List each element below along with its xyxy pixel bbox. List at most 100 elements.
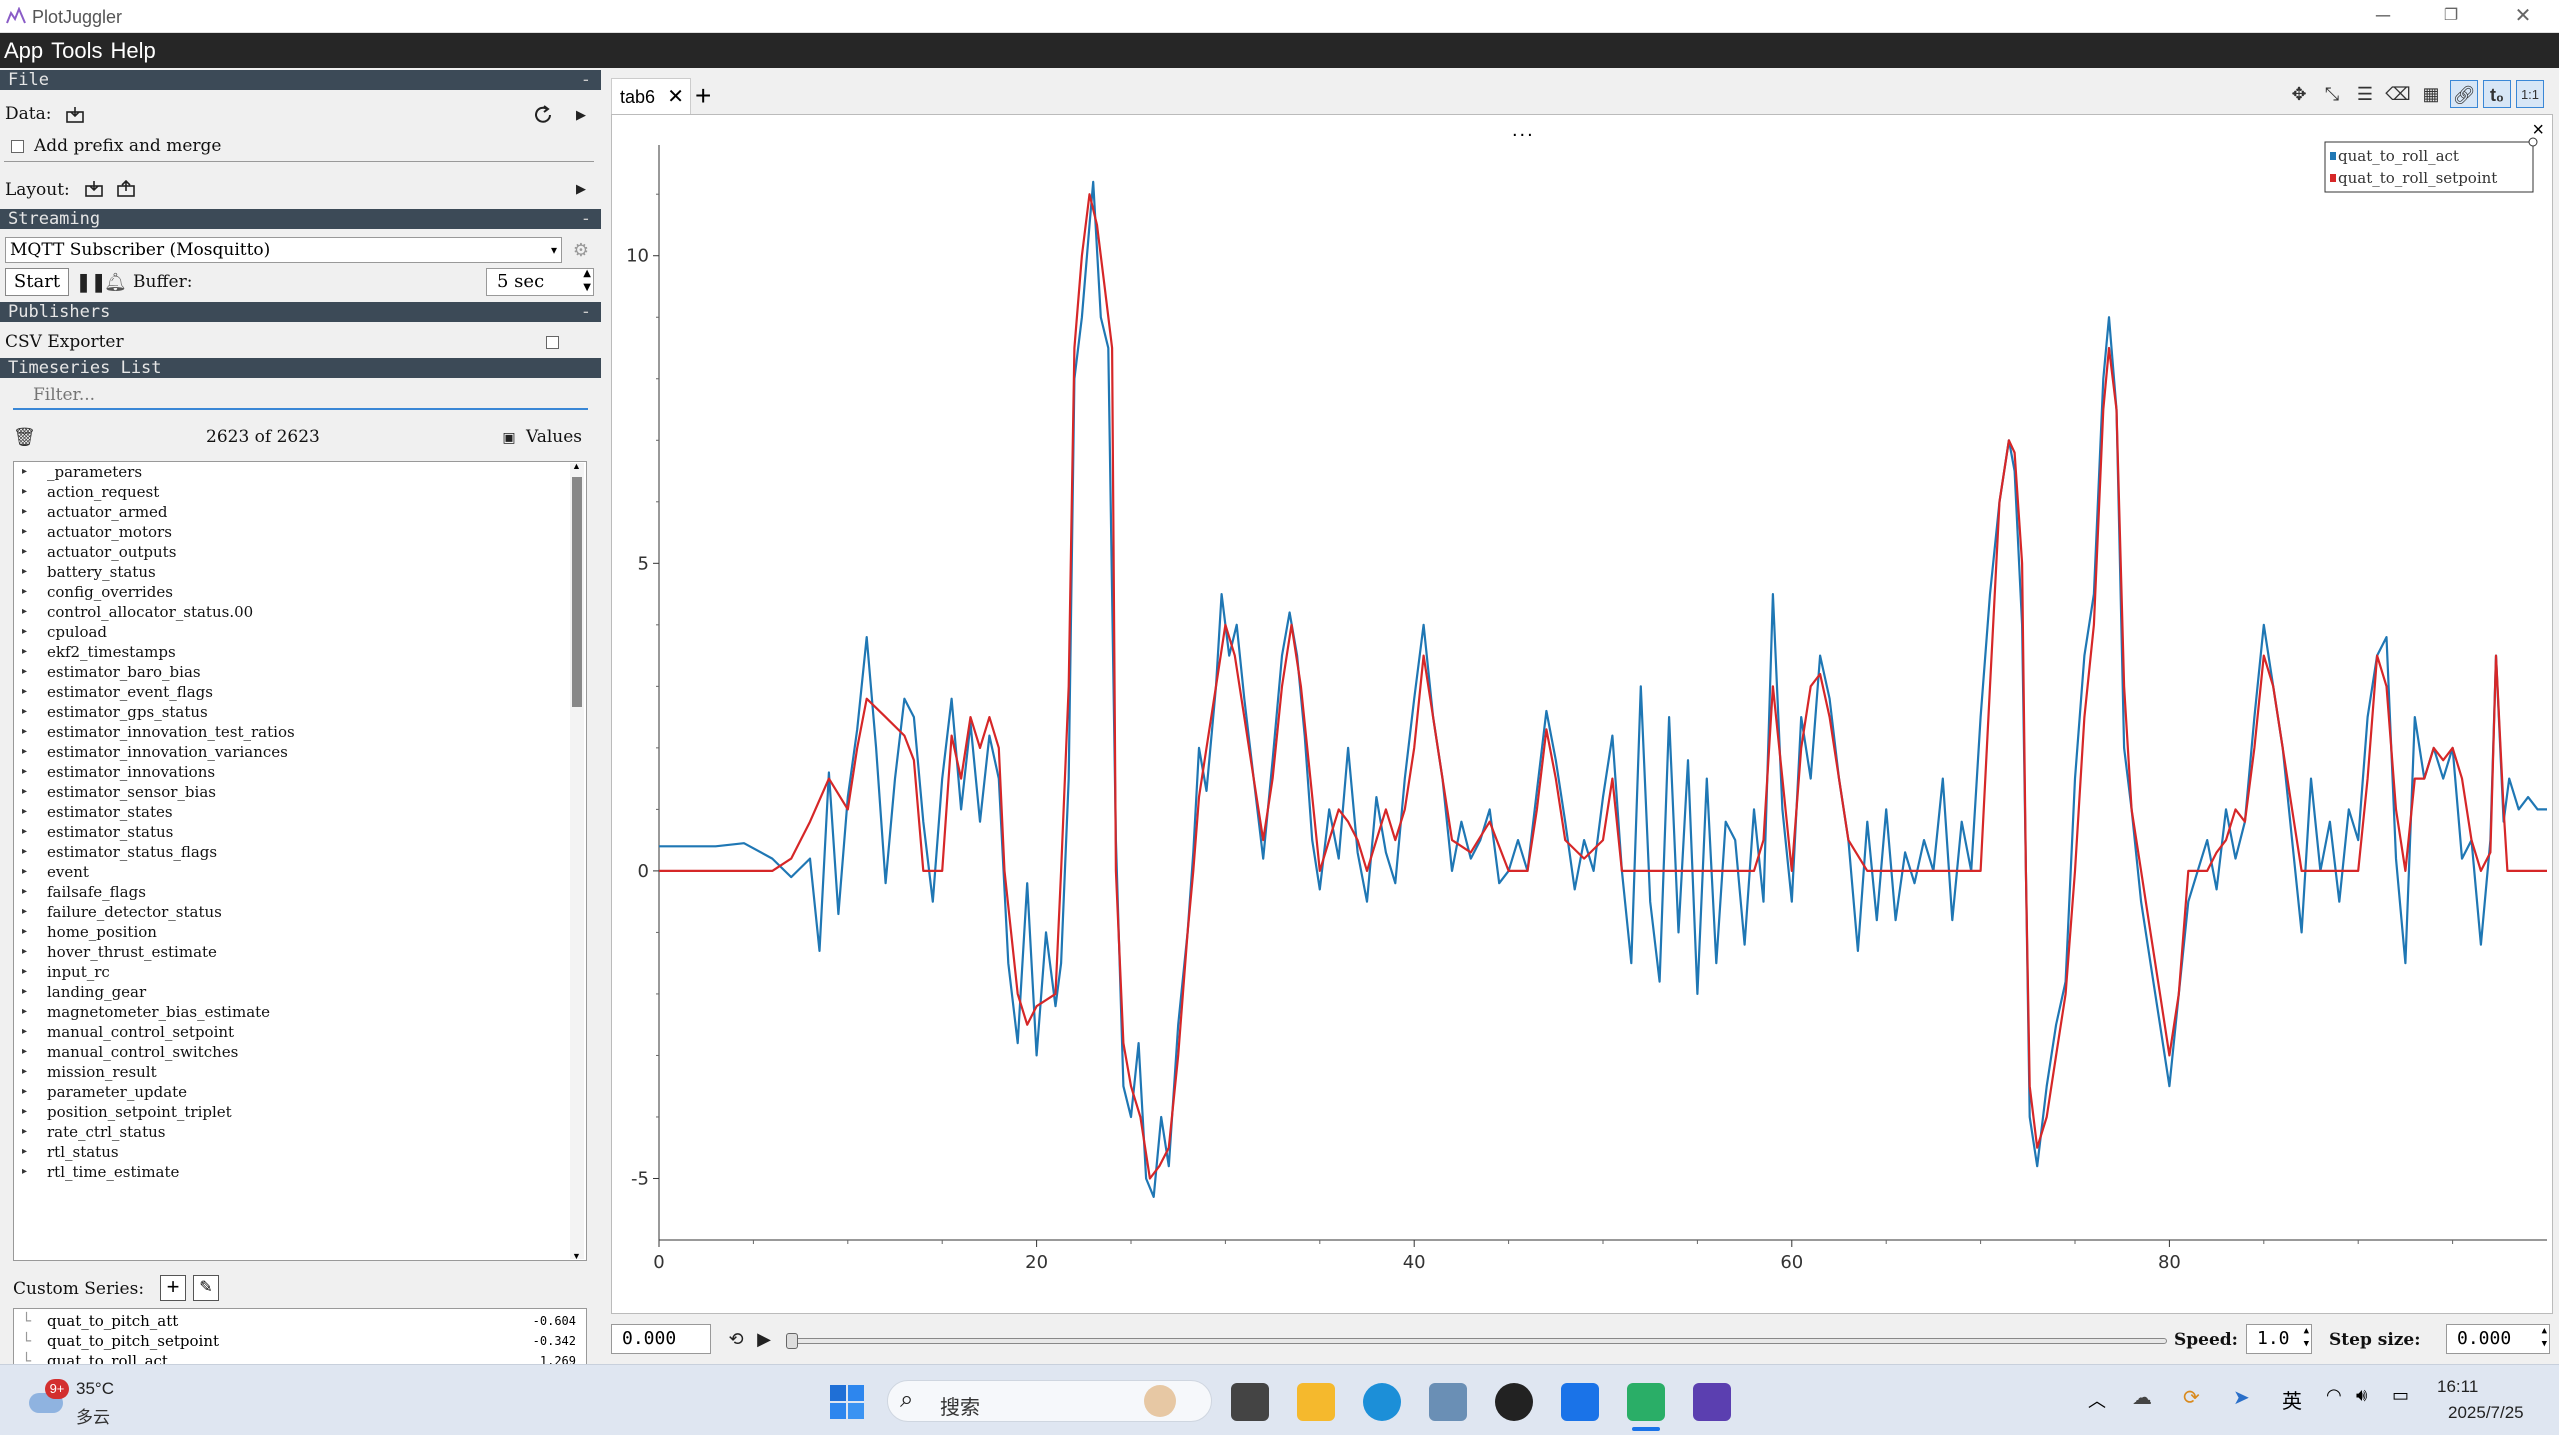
expand-arrow-icon[interactable]: ▸ [22, 962, 27, 982]
grid-icon[interactable]: ▦ [2417, 80, 2445, 108]
filter-input[interactable] [13, 382, 588, 410]
streaming-plugin-select[interactable]: MQTT Subscriber (Mosquitto) ▾ [5, 237, 562, 263]
expand-arrow-icon[interactable]: ▸ [22, 582, 27, 602]
remote-app-icon[interactable] [1429, 1383, 1467, 1421]
windows-start-icon[interactable] [830, 1385, 864, 1419]
sync-icon[interactable]: ⟳ [2183, 1385, 2200, 1410]
move-icon[interactable]: ✥ [2285, 80, 2313, 108]
weather-icon[interactable]: 9+ [25, 1379, 69, 1415]
zoom-out-icon[interactable]: ⤡ [2318, 80, 2346, 108]
expand-arrow-icon[interactable]: ▸ [22, 1162, 27, 1182]
edge-browser-icon[interactable] [1363, 1383, 1401, 1421]
layout-more-arrow-icon[interactable]: ▶ [570, 178, 592, 200]
custom-series-row[interactable]: └ quat_to_pitch_att -0.604 [14, 1311, 586, 1331]
edit-custom-series-button[interactable]: ✎ [193, 1275, 219, 1301]
wifi-icon[interactable]: ◠ [2326, 1385, 2342, 1406]
expand-arrow-icon[interactable]: ▸ [22, 702, 27, 722]
spin-arrows-icon[interactable]: ▲ ▼ [2542, 1325, 2547, 1351]
speed-spinbox[interactable]: 1.0 ▲ ▼ [2246, 1324, 2312, 1354]
legend-icon[interactable]: ☰ [2351, 80, 2379, 108]
wechat-icon[interactable] [1627, 1383, 1665, 1421]
clock-time[interactable]: 16:11 [2437, 1377, 2478, 1397]
custom-series-row[interactable]: └ quat_to_pitch_setpoint -0.342 [14, 1331, 586, 1351]
slider-handle[interactable] [786, 1333, 798, 1349]
close-tab-icon[interactable]: ✕ [667, 79, 684, 115]
expand-arrow-icon[interactable]: ▸ [22, 682, 27, 702]
reload-icon[interactable] [532, 104, 554, 126]
save-layout-icon[interactable] [116, 180, 136, 198]
timeseries-list[interactable]: ▸ _parameters ▸ action_request ▸ actuator_arm… [13, 461, 587, 1261]
add-prefix-checkbox[interactable] [11, 140, 24, 153]
expand-arrow-icon[interactable]: ▸ [22, 482, 27, 502]
ratio-icon[interactable]: 1:1 [2516, 80, 2544, 108]
menu-tools[interactable]: Tools [51, 38, 102, 63]
plotjuggler-taskbar-icon[interactable] [1693, 1383, 1731, 1421]
tab-tab6[interactable]: tab6 ✕ [611, 78, 691, 114]
publishers-section-header[interactable]: Publishers - [0, 302, 601, 322]
cloud-icon[interactable]: ☁ [2132, 1385, 2152, 1410]
spin-arrows-icon[interactable]: ▲ ▼ [2304, 1325, 2309, 1351]
expand-arrow-icon[interactable]: ▸ [22, 542, 27, 562]
expand-arrow-icon[interactable]: ▸ [22, 902, 27, 922]
pause-icon[interactable]: ❚❚ [76, 271, 106, 293]
file-explorer-icon[interactable] [1297, 1383, 1335, 1421]
expand-arrow-icon[interactable]: ▸ [22, 662, 27, 682]
streaming-section-header[interactable]: Streaming - [0, 209, 601, 229]
file-section-header[interactable]: File - [0, 70, 601, 90]
play-icon[interactable]: ▶ [753, 1328, 775, 1350]
expand-arrow-icon[interactable]: ▸ [22, 562, 27, 582]
values-checkbox[interactable]: ▣ [498, 426, 520, 448]
expand-arrow-icon[interactable]: ▸ [22, 1022, 27, 1042]
menu-app[interactable]: App [4, 38, 43, 63]
start-button[interactable]: Start [5, 268, 69, 296]
menu-help[interactable]: Help [111, 38, 156, 63]
expand-arrow-icon[interactable]: ▸ [22, 982, 27, 1002]
plot-area[interactable]: ... × -5 0 5 10 0 20 40 60 80 quat_to_roll_act qua… [611, 114, 2553, 1314]
expand-arrow-icon[interactable]: ▸ [22, 522, 27, 542]
load-data-icon[interactable] [65, 106, 85, 124]
add-tab-button[interactable]: + [695, 80, 711, 112]
gear-icon[interactable]: ⚙ [570, 239, 592, 261]
step-size-spinbox[interactable]: 0.000 ▲ ▼ [2446, 1324, 2550, 1354]
expand-arrow-icon[interactable]: ▸ [22, 822, 27, 842]
add-custom-series-button[interactable]: + [160, 1275, 186, 1301]
expand-arrow-icon[interactable]: ▸ [22, 782, 27, 802]
expand-arrow-icon[interactable]: ▸ [22, 622, 27, 642]
minimize-icon[interactable]: ─ [2363, 4, 2403, 28]
data-more-arrow-icon[interactable]: ▶ [570, 104, 592, 126]
list-scrollbar[interactable]: ▲ ▼ [570, 461, 584, 1261]
delete-curves-icon[interactable]: ⌫ [2384, 80, 2412, 108]
qq-app-icon[interactable] [1495, 1383, 1533, 1421]
expand-arrow-icon[interactable]: ▸ [22, 1122, 27, 1142]
expand-arrow-icon[interactable]: ▸ [22, 742, 27, 762]
send-icon[interactable]: ➤ [2233, 1385, 2250, 1410]
time-slider[interactable] [786, 1333, 2167, 1349]
spin-arrows-icon[interactable]: ▲ ▼ [583, 267, 591, 295]
expand-arrow-icon[interactable]: ▸ [22, 1082, 27, 1102]
search-box[interactable]: ⌕ 搜索 [887, 1380, 1212, 1422]
load-layout-icon[interactable] [84, 180, 104, 198]
expand-arrow-icon[interactable]: ▸ [22, 642, 27, 662]
time-offset-icon[interactable]: t₀ [2483, 80, 2511, 108]
scroll-down-icon[interactable]: ▼ [572, 1251, 581, 1261]
scroll-up-icon[interactable]: ▲ [572, 461, 581, 471]
ime-indicator[interactable]: 英 [2282, 1385, 2302, 1414]
chevron-up-icon[interactable]: ︿ [2088, 1387, 2106, 1413]
clock-date[interactable]: 2025/7/25 [2448, 1403, 2524, 1423]
trash-icon[interactable]: 🗑︎ [13, 426, 36, 448]
buffer-spinbox[interactable]: 5 sec ▲ ▼ [486, 268, 594, 296]
expand-arrow-icon[interactable]: ▸ [22, 1142, 27, 1162]
loop-icon[interactable]: ⟲ [725, 1328, 747, 1350]
scrollbar-thumb[interactable] [572, 477, 582, 707]
csv-exporter-checkbox[interactable] [546, 336, 559, 349]
expand-arrow-icon[interactable]: ▸ [22, 722, 27, 742]
expand-arrow-icon[interactable]: ▸ [22, 762, 27, 782]
expand-arrow-icon[interactable]: ▸ [22, 1042, 27, 1062]
expand-arrow-icon[interactable]: ▸ [22, 882, 27, 902]
expand-arrow-icon[interactable]: ▸ [22, 942, 27, 962]
battery-icon[interactable]: ▭ [2392, 1385, 2409, 1406]
line-chart[interactable]: -5 0 5 10 0 20 40 60 80 quat_to_roll_act quat_to_r… [612, 115, 2554, 1315]
expand-arrow-icon[interactable]: ▸ [22, 1002, 27, 1022]
expand-arrow-icon[interactable]: ▸ [22, 1062, 27, 1082]
timeseries-section-header[interactable]: Timeseries List [0, 358, 601, 378]
